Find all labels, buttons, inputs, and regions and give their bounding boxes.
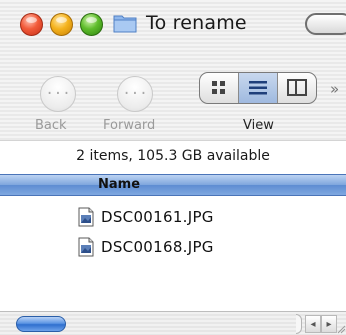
- forward-arrow-icon: ···: [122, 86, 148, 102]
- file-list: DSC00161.JPG DSC00168.JPG: [0, 196, 346, 311]
- resize-grip-icon[interactable]: [337, 316, 346, 334]
- finder-window: To rename ··· ··· » Back Forward View 2 …: [0, 0, 346, 335]
- file-name: DSC00168.JPG: [101, 238, 214, 256]
- view-switcher: [199, 72, 317, 104]
- status-text: 2 items, 105.3 GB available: [76, 148, 270, 164]
- column-view-icon: [287, 79, 307, 96]
- file-name: DSC00161.JPG: [101, 208, 214, 226]
- list-view-button[interactable]: [239, 73, 277, 103]
- list-view-icon: [249, 81, 267, 95]
- minimize-icon[interactable]: [50, 13, 73, 36]
- back-label: Back: [35, 118, 67, 133]
- icon-view-icon: [212, 81, 225, 94]
- column-header-label: Name: [98, 177, 141, 192]
- zoom-icon[interactable]: [80, 13, 103, 36]
- forward-label: Forward: [103, 118, 156, 133]
- back-arrow-icon: ···: [45, 86, 71, 102]
- title-bar[interactable]: To rename: [0, 0, 346, 56]
- folder-icon[interactable]: [112, 10, 138, 36]
- list-item[interactable]: DSC00161.JPG: [0, 206, 346, 230]
- forward-button[interactable]: ···: [117, 76, 153, 112]
- list-item[interactable]: DSC00168.JPG: [0, 236, 346, 260]
- horizontal-scrollbar[interactable]: ◂ ▸: [0, 311, 346, 335]
- icon-view-button[interactable]: [200, 73, 238, 103]
- window-title: To rename: [146, 12, 247, 34]
- back-button[interactable]: ···: [40, 76, 76, 112]
- column-header-name[interactable]: Name: [0, 174, 346, 196]
- scroll-left-button[interactable]: ◂: [305, 315, 321, 333]
- toolbar: ··· ··· » Back Forward View: [0, 56, 346, 140]
- toolbar-toggle-button[interactable]: [305, 13, 346, 35]
- jpeg-file-icon: [78, 237, 94, 257]
- scrollbar-thumb[interactable]: [16, 316, 66, 332]
- toolbar-overflow-icon[interactable]: »: [330, 80, 339, 98]
- view-label: View: [243, 118, 274, 133]
- close-icon[interactable]: [20, 13, 43, 36]
- status-bar: 2 items, 105.3 GB available: [0, 140, 346, 174]
- jpeg-file-icon: [78, 207, 94, 227]
- scroll-right-button[interactable]: ▸: [321, 315, 337, 333]
- scrollbar-track-end: [296, 314, 302, 334]
- column-view-button[interactable]: [278, 73, 316, 103]
